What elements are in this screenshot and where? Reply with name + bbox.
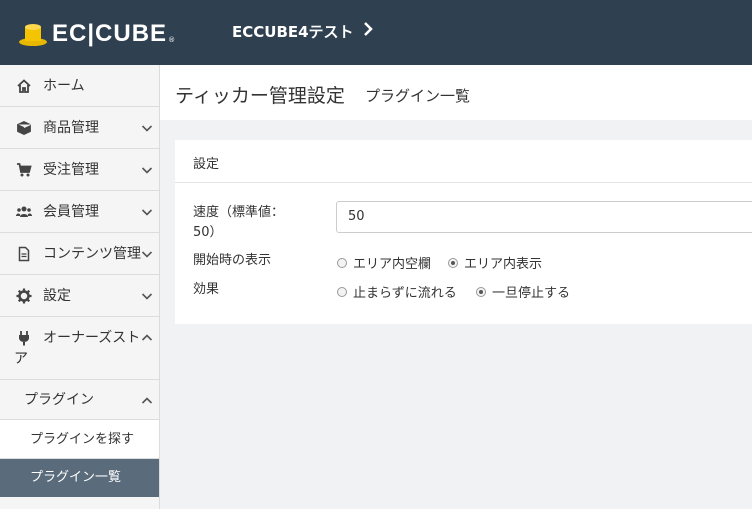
sidebar-item-label: 設定 <box>43 288 71 304</box>
start-radio-show[interactable]: エリア内表示 <box>448 253 542 272</box>
radio-button-checked[interactable] <box>476 286 486 297</box>
radio-label: エリア内表示 <box>464 257 543 272</box>
sidebar-item-label: コンテンツ管理 <box>43 246 141 262</box>
cart-icon <box>17 163 32 177</box>
sidebar-item-label: 会員管理 <box>43 204 99 220</box>
card-header: 設定 <box>175 140 752 183</box>
radio-label: 一旦停止する <box>492 286 571 301</box>
gear-icon <box>16 288 32 304</box>
sidebar-nav: ホーム 商品管理 受注管理 会員管理 コンテンツ管理 設定 オーナーズスト ア … <box>0 65 160 509</box>
sidebar-item-plugin-search[interactable]: プラグインを探す <box>0 420 159 459</box>
home-icon <box>17 79 31 93</box>
page-header: ティッカー管理設定 プラグイン一覧 <box>160 65 752 120</box>
sidebar-item-home[interactable]: ホーム <box>0 65 159 107</box>
speed-label-line2: 50） <box>193 225 223 240</box>
speed-label-line1: 速度（標準値： <box>193 205 285 220</box>
sidebar-item-plugin[interactable]: プラグイン <box>0 380 159 420</box>
effect-radio-continuous[interactable]: 止まらずに流れる <box>337 282 457 301</box>
card-heading: 設定 <box>193 157 220 172</box>
chevron-up-icon <box>141 334 153 341</box>
eccube-logo[interactable]: EC|CUBE ® <box>18 20 175 48</box>
sidebar-item-contents[interactable]: コンテンツ管理 <box>0 233 159 275</box>
sidebar-item-plugin-list[interactable]: プラグイン一覧 <box>0 459 159 497</box>
sidebar-item-label: プラグイン <box>24 392 94 408</box>
sidebar-item-label: プラグインを探す <box>30 432 135 447</box>
sidebar-item-label: 受注管理 <box>43 162 99 178</box>
page-title: ティッカー管理設定 <box>175 85 345 107</box>
radio-label: 止まらずに流れる <box>353 286 457 301</box>
sidebar-item-label-line2: ア <box>14 351 28 367</box>
shop-name-link[interactable]: ECCUBE4テスト <box>232 21 354 42</box>
sidebar-item-orders[interactable]: 受注管理 <box>0 149 159 191</box>
sidebar-item-settings[interactable]: 設定 <box>0 275 159 317</box>
radio-button-checked[interactable] <box>448 257 458 268</box>
effect-label: 効果 <box>193 282 220 297</box>
sidebar-item-label: ホーム <box>43 78 85 94</box>
chevron-right-icon[interactable] <box>362 21 374 37</box>
top-header: EC|CUBE ® ECCUBE4テスト <box>0 0 752 65</box>
speed-input[interactable]: 50 <box>336 201 752 233</box>
start-display-label: 開始時の表示 <box>193 253 272 268</box>
chevron-down-icon <box>141 251 153 258</box>
sidebar-item-label: プラグイン一覧 <box>30 470 122 485</box>
cube-hat-icon <box>19 24 47 46</box>
chevron-down-icon <box>141 125 153 132</box>
logo-registered-mark: ® <box>168 36 176 44</box>
settings-card: 設定 速度（標準値： 50） 50 開始時の表示 エリア内空欄 エリア内表示 効… <box>175 140 752 324</box>
start-radio-blank[interactable]: エリア内空欄 <box>337 253 431 272</box>
box-icon <box>17 121 31 135</box>
sidebar-item-customers[interactable]: 会員管理 <box>0 191 159 233</box>
users-icon <box>16 206 32 217</box>
chevron-up-icon <box>141 397 153 404</box>
radio-label: エリア内空欄 <box>353 257 432 272</box>
logo-text: EC|CUBE <box>52 20 168 47</box>
radio-button[interactable] <box>337 257 347 268</box>
plug-icon <box>19 331 29 346</box>
sidebar-item-products[interactable]: 商品管理 <box>0 107 159 149</box>
effect-radio-pause[interactable]: 一旦停止する <box>476 282 570 301</box>
chevron-down-icon <box>141 209 153 216</box>
chevron-down-icon <box>141 293 153 300</box>
sidebar-item-label: 商品管理 <box>43 120 99 136</box>
file-icon <box>18 246 30 262</box>
radio-button[interactable] <box>337 286 347 297</box>
sidebar-item-owners-store[interactable]: オーナーズスト ア <box>0 317 159 380</box>
page-subtitle: プラグイン一覧 <box>365 87 471 105</box>
chevron-down-icon <box>141 167 153 174</box>
sidebar-item-label-line1: オーナーズスト <box>43 330 141 346</box>
